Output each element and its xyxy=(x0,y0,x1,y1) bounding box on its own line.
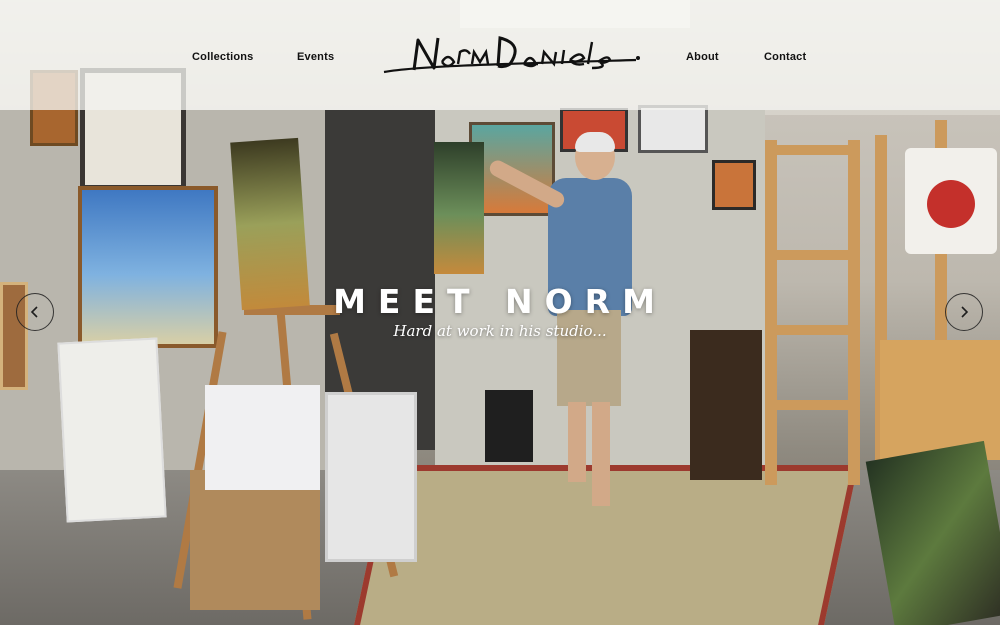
printer-box xyxy=(205,385,320,490)
bookcase xyxy=(690,330,762,480)
slider-next-button[interactable] xyxy=(945,293,983,331)
signature-logo-icon xyxy=(383,36,637,74)
slider-prev-button[interactable] xyxy=(16,293,54,331)
studio-logo-sign xyxy=(905,148,997,254)
chevron-right-icon xyxy=(961,306,969,318)
shelf-board xyxy=(765,145,860,155)
blank-canvas-stack xyxy=(57,337,167,523)
painter-hair xyxy=(575,132,615,152)
wall-painting xyxy=(638,105,708,153)
site-header: Collections Events About Contact xyxy=(0,0,1000,110)
nav-events-link[interactable]: Events xyxy=(297,51,334,63)
dark-cabinet xyxy=(485,390,533,462)
cardboard-box xyxy=(190,470,320,610)
hero-title: MEET NORM xyxy=(333,282,667,321)
nav-contact-link[interactable]: Contact xyxy=(764,51,806,63)
shelf-board xyxy=(765,250,860,260)
sign-seal xyxy=(927,180,975,228)
chevron-left-icon xyxy=(30,306,38,318)
hero-subtitle: Hard at work in his studio... xyxy=(393,322,607,340)
site-logo[interactable] xyxy=(378,30,640,80)
logo-dot xyxy=(636,56,640,60)
easel-painting xyxy=(434,142,484,274)
wall-painting xyxy=(712,160,756,210)
painter-leg xyxy=(592,402,610,506)
plastic-drawers xyxy=(325,392,417,562)
nav-about-link[interactable]: About xyxy=(686,51,719,63)
shelf-board xyxy=(765,400,860,410)
nav-collections-link[interactable]: Collections xyxy=(192,51,254,63)
painter-leg xyxy=(568,402,586,482)
